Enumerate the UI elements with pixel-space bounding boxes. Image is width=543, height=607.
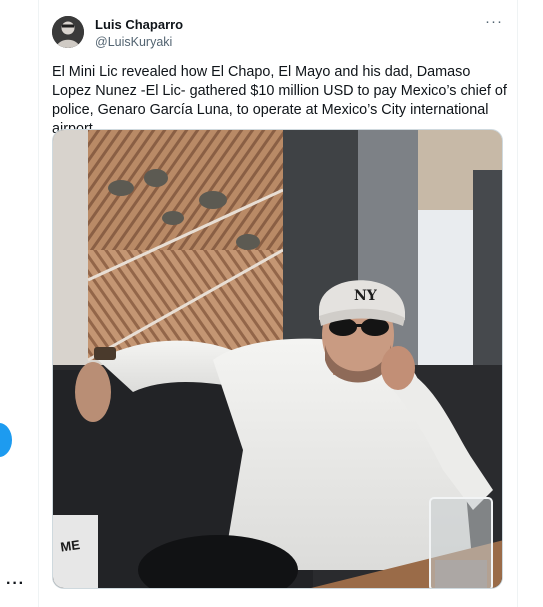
cap-logo: NY: [354, 288, 378, 304]
tweet-card: Luis Chaparro @LuisKuryaki ··· El Mini L…: [38, 0, 518, 607]
avatar[interactable]: [52, 16, 84, 48]
rail-more-button[interactable]: ···: [6, 576, 25, 592]
tweet-text: El Mini Lic revealed how El Chapo, El Ma…: [52, 64, 507, 137]
author-display-name[interactable]: Luis Chaparro: [95, 17, 183, 33]
more-options-icon[interactable]: ···: [485, 14, 503, 29]
svg-text:ME: ME: [59, 537, 81, 555]
tweet-photo[interactable]: NY ME: [52, 129, 503, 589]
author-block: Luis Chaparro @LuisKuryaki: [95, 17, 183, 50]
photo-illustration: NY ME: [53, 130, 502, 588]
author-handle[interactable]: @LuisKuryaki: [95, 34, 183, 50]
left-rail: ···: [0, 0, 38, 607]
compose-button-icon[interactable]: [0, 423, 12, 457]
avatar-photo-icon: [52, 16, 84, 48]
